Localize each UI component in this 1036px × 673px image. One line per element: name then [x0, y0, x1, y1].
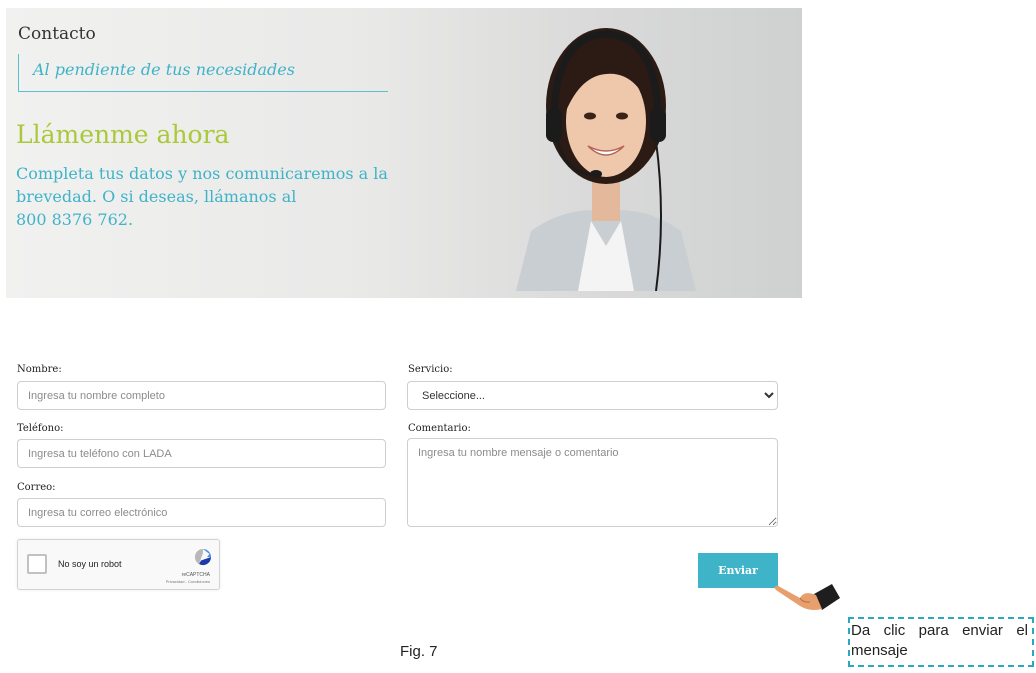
- telefono-label: Teléfono:: [17, 423, 64, 434]
- contact-banner: Contacto Al pendiente de tus necesidades…: [6, 8, 802, 298]
- tagline: Al pendiente de tus necesidades: [18, 54, 388, 92]
- instruction-callout: Da clic para enviar el mensaje: [848, 617, 1034, 667]
- comentario-label: Comentario:: [408, 423, 471, 434]
- nombre-input[interactable]: [17, 381, 386, 410]
- recaptcha-checkbox[interactable]: [27, 554, 47, 574]
- enviar-button[interactable]: Enviar: [698, 553, 778, 588]
- correo-input[interactable]: [17, 498, 386, 527]
- servicio-select[interactable]: Seleccione...: [407, 381, 778, 410]
- cta-description-text: Completa tus datos y nos comunicaremos a…: [16, 164, 388, 206]
- phone-number: 800 8376 762.: [16, 210, 134, 229]
- cta-description: Completa tus datos y nos comunicaremos a…: [16, 162, 396, 231]
- servicio-label: Servicio:: [408, 364, 453, 375]
- cta-heading: Llámenme ahora: [16, 120, 230, 149]
- recaptcha-terms-link[interactable]: Privacidad - Condiciones: [166, 579, 210, 584]
- correo-label: Correo:: [17, 482, 56, 493]
- pointing-hand-icon: [774, 584, 840, 610]
- figure-caption: Fig. 7: [400, 643, 438, 660]
- page-title: Contacto: [18, 24, 96, 44]
- nombre-label: Nombre:: [17, 364, 62, 375]
- comentario-textarea[interactable]: [407, 438, 778, 527]
- recaptcha-widget: No soy un robot reCAPTCHA Privacidad - C…: [17, 539, 220, 590]
- recaptcha-brand: reCAPTCHA: [181, 572, 210, 578]
- telefono-input[interactable]: [17, 439, 386, 468]
- recaptcha-label: No soy un robot: [58, 559, 122, 569]
- recaptcha-logo-icon: [194, 548, 212, 566]
- call-center-agent-image: [516, 28, 696, 291]
